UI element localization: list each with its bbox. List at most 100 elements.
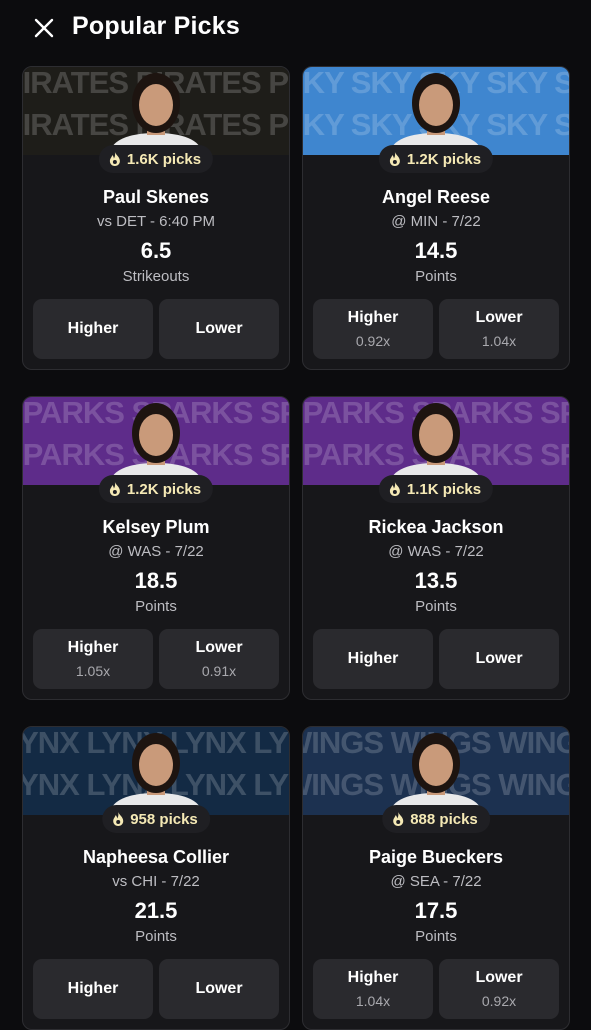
fire-icon bbox=[113, 812, 124, 826]
picks-count-label: 1.1K picks bbox=[406, 480, 482, 498]
picks-count-badge: 1.2K picks bbox=[378, 145, 494, 173]
player-card-5[interactable]: WINGS WINGS WINGS WINGS WINGS WINGS WING… bbox=[302, 726, 570, 1030]
lower-button[interactable]: Lower bbox=[159, 959, 279, 1019]
stat-type: Points bbox=[415, 268, 457, 285]
projection-line: 21.5 bbox=[134, 898, 178, 923]
fire-icon bbox=[389, 152, 400, 166]
pick-buttons: Higher 1.05x Lower 0.91x bbox=[33, 629, 279, 689]
higher-label: Higher bbox=[67, 320, 119, 337]
stat-type: Points bbox=[415, 928, 457, 945]
team-banner: SPARKS SPARKS SPARKS SPARKS SPARKS SPARK… bbox=[23, 397, 289, 485]
player-avatar bbox=[101, 729, 211, 815]
picks-count-label: 958 picks bbox=[130, 810, 198, 828]
higher-label: Higher bbox=[67, 980, 119, 997]
picks-count-label: 1.2K picks bbox=[126, 480, 202, 498]
player-avatar bbox=[381, 399, 491, 485]
team-banner: SPARKS SPARKS SPARKS SPARKS SPARKS SPARK… bbox=[303, 397, 569, 485]
close-button[interactable] bbox=[30, 14, 58, 42]
pick-buttons: Higher 1.04x Lower 0.92x bbox=[313, 959, 559, 1019]
higher-button[interactable]: Higher bbox=[33, 959, 153, 1019]
fire-icon bbox=[389, 482, 400, 496]
projection-line: 13.5 bbox=[414, 568, 458, 593]
lower-button[interactable]: Lower 0.92x bbox=[439, 959, 559, 1019]
player-card-0[interactable]: PIRATES PIRATES PIRATES PIRATES PIRATES … bbox=[22, 66, 290, 370]
player-avatar bbox=[381, 729, 491, 815]
close-icon bbox=[34, 18, 54, 38]
matchup-info: @ MIN - 7/22 bbox=[391, 213, 481, 230]
higher-button[interactable]: Higher 1.05x bbox=[33, 629, 153, 689]
team-banner: PIRATES PIRATES PIRATES PIRATES PIRATES … bbox=[23, 67, 289, 155]
lower-label: Lower bbox=[195, 980, 243, 997]
picks-count-label: 888 picks bbox=[410, 810, 478, 828]
player-name: Paul Skenes bbox=[102, 187, 210, 207]
pick-buttons: Higher Lower bbox=[33, 299, 279, 359]
team-banner: WINGS WINGS WINGS WINGS WINGS WINGS WING… bbox=[303, 727, 569, 815]
player-card-2[interactable]: SPARKS SPARKS SPARKS SPARKS SPARKS SPARK… bbox=[22, 396, 290, 700]
fire-icon bbox=[393, 812, 404, 826]
lower-label: Lower bbox=[475, 650, 523, 667]
lower-multiplier: 1.04x bbox=[481, 333, 517, 349]
lower-button[interactable]: Lower bbox=[159, 299, 279, 359]
picks-count-label: 1.6K picks bbox=[126, 150, 202, 168]
player-card-4[interactable]: LYNX LYNX LYNX LYNX LYNX LYNX LYNX LYNX … bbox=[22, 726, 290, 1030]
stat-type: Points bbox=[135, 598, 177, 615]
higher-button[interactable]: Higher bbox=[33, 299, 153, 359]
player-name: Angel Reese bbox=[381, 187, 491, 207]
picks-count-badge: 888 picks bbox=[382, 805, 490, 833]
player-card-3[interactable]: SPARKS SPARKS SPARKS SPARKS SPARKS SPARK… bbox=[302, 396, 570, 700]
player-name: Kelsey Plum bbox=[102, 517, 210, 537]
pick-buttons: Higher Lower bbox=[313, 629, 559, 689]
lower-label: Lower bbox=[475, 969, 523, 986]
matchup-info: vs DET - 6:40 PM bbox=[96, 213, 216, 230]
higher-label: Higher bbox=[347, 650, 399, 667]
player-avatar bbox=[101, 399, 211, 485]
higher-button[interactable]: Higher 0.92x bbox=[313, 299, 433, 359]
player-name: Napheesa Collier bbox=[82, 847, 230, 867]
higher-label: Higher bbox=[347, 309, 399, 326]
higher-button[interactable]: Higher 1.04x bbox=[313, 959, 433, 1019]
picks-count-badge: 1.1K picks bbox=[378, 475, 494, 503]
projection-line: 18.5 bbox=[134, 568, 178, 593]
projection-line: 17.5 bbox=[414, 898, 458, 923]
matchup-info: @ WAS - 7/22 bbox=[108, 543, 204, 560]
lower-multiplier: 0.92x bbox=[481, 993, 517, 1009]
higher-button[interactable]: Higher bbox=[313, 629, 433, 689]
picks-grid: PIRATES PIRATES PIRATES PIRATES PIRATES … bbox=[22, 66, 570, 1030]
header: Popular Picks bbox=[0, 0, 591, 60]
player-avatar bbox=[101, 69, 211, 155]
lower-button[interactable]: Lower bbox=[439, 629, 559, 689]
matchup-info: @ WAS - 7/22 bbox=[388, 543, 484, 560]
pick-buttons: Higher Lower bbox=[33, 959, 279, 1019]
projection-line: 14.5 bbox=[414, 238, 458, 263]
higher-multiplier: 0.92x bbox=[355, 333, 391, 349]
stat-type: Points bbox=[135, 928, 177, 945]
team-banner: LYNX LYNX LYNX LYNX LYNX LYNX LYNX LYNX bbox=[23, 727, 289, 815]
picks-count-badge: 1.6K picks bbox=[98, 145, 214, 173]
page-title: Popular Picks bbox=[72, 12, 240, 40]
projection-line: 6.5 bbox=[140, 238, 172, 263]
fire-icon bbox=[109, 152, 120, 166]
lower-button[interactable]: Lower 0.91x bbox=[159, 629, 279, 689]
pick-buttons: Higher 0.92x Lower 1.04x bbox=[313, 299, 559, 359]
matchup-info: vs CHI - 7/22 bbox=[112, 873, 200, 890]
player-name: Paige Bueckers bbox=[368, 847, 504, 867]
higher-multiplier: 1.04x bbox=[355, 993, 391, 1009]
picks-count-label: 1.2K picks bbox=[406, 150, 482, 168]
player-avatar bbox=[381, 69, 491, 155]
picks-count-badge: 1.2K picks bbox=[98, 475, 214, 503]
higher-label: Higher bbox=[347, 969, 399, 986]
player-card-1[interactable]: SKY SKY SKY SKY SKY SKY SKY SKY SKY SKY … bbox=[302, 66, 570, 370]
matchup-info: @ SEA - 7/22 bbox=[390, 873, 482, 890]
team-banner: SKY SKY SKY SKY SKY SKY SKY SKY SKY SKY … bbox=[303, 67, 569, 155]
lower-label: Lower bbox=[475, 309, 523, 326]
player-name: Rickea Jackson bbox=[368, 517, 504, 537]
picks-count-badge: 958 picks bbox=[102, 805, 210, 833]
fire-icon bbox=[109, 482, 120, 496]
lower-button[interactable]: Lower 1.04x bbox=[439, 299, 559, 359]
higher-label: Higher bbox=[67, 639, 119, 656]
higher-multiplier: 1.05x bbox=[75, 663, 111, 679]
lower-label: Lower bbox=[195, 639, 243, 656]
lower-label: Lower bbox=[195, 320, 243, 337]
stat-type: Points bbox=[415, 598, 457, 615]
lower-multiplier: 0.91x bbox=[201, 663, 237, 679]
